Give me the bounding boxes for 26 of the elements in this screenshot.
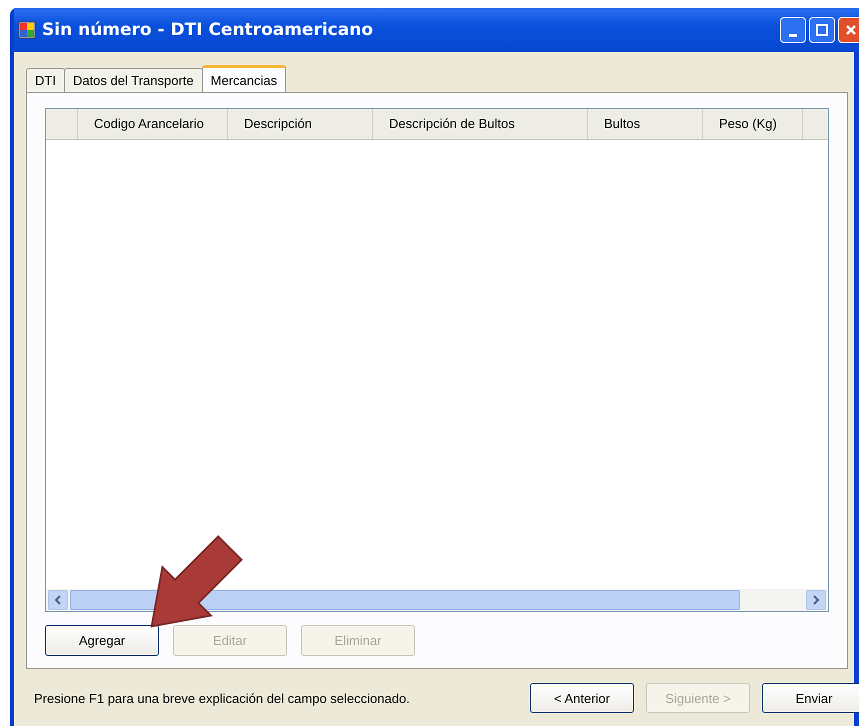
action-button[interactable]: Agregar (45, 625, 159, 656)
column-header[interactable]: Codigo Arancelario (78, 109, 228, 139)
tab[interactable]: Mercancias (202, 65, 286, 92)
minimize-icon (789, 34, 797, 36)
chevron-left-icon (54, 595, 62, 605)
scroll-right-button[interactable] (806, 590, 826, 610)
nav-button[interactable]: < Anterior (530, 683, 634, 713)
tab[interactable]: DTI (26, 68, 65, 92)
column-header[interactable]: Bultos (588, 109, 703, 139)
status-text: Presione F1 para una breve explicación del campo seleccionado. (34, 690, 410, 706)
column-header[interactable]: Descripción de Bultos (373, 109, 588, 139)
maximize-button[interactable] (809, 17, 835, 43)
scroll-left-button[interactable] (48, 590, 68, 610)
close-button[interactable] (838, 17, 859, 43)
maximize-icon (816, 24, 828, 36)
tab[interactable]: Datos del Transporte (64, 68, 203, 92)
column-header[interactable]: Descripción (228, 109, 373, 139)
horizontal-scrollbar[interactable] (46, 589, 828, 611)
scroll-thumb[interactable] (70, 590, 740, 610)
app-icon (18, 21, 36, 39)
window-title: Sin número - DTI Centroamericano (42, 20, 374, 40)
column-header[interactable]: Peso (Kg) (703, 109, 803, 139)
minimize-button[interactable] (780, 17, 806, 43)
chevron-right-icon (812, 595, 820, 605)
close-icon (845, 24, 857, 36)
nav-button[interactable]: Enviar (762, 683, 859, 713)
